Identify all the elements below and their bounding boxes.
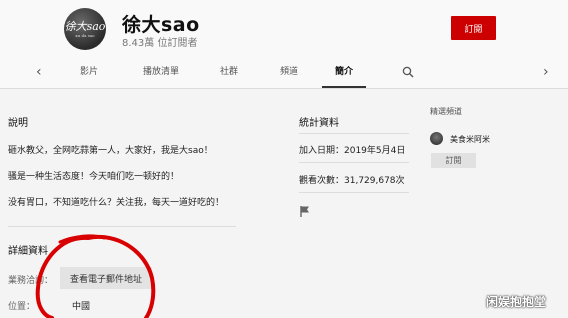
location-value: 中國 <box>72 302 91 312</box>
stats-divider <box>299 133 409 134</box>
channel-name: 徐大sao <box>122 14 200 36</box>
stats-divider <box>299 162 409 163</box>
featured-title: 精選頻道 <box>430 107 462 116</box>
tab-videos[interactable]: 影片 <box>76 58 102 88</box>
chevron-left-icon[interactable]: ‹ <box>36 58 42 88</box>
search-icon[interactable] <box>402 66 414 78</box>
description-line-2: 骚是一种生活态度！今天咱们吃一顿好的！ <box>8 172 180 182</box>
stats-title: 統計資料 <box>299 118 339 129</box>
description-line-1: 砸水教父，全网吃蒜第一人，大家好，我是大sao！ <box>8 146 213 156</box>
subscribe-button[interactable]: 訂閱 <box>451 16 496 40</box>
view-email-button[interactable]: 查看電子郵件地址 <box>60 267 152 289</box>
tab-channels[interactable]: 頻道 <box>276 58 302 88</box>
description-line-3: 没有胃口，不知道吃什么？关注我，每天一道好吃的！ <box>8 198 225 208</box>
flag-icon[interactable] <box>299 205 311 217</box>
subscriber-count: 8.43萬 位訂閱者 <box>122 38 198 49</box>
featured-channel-name[interactable]: 美食米阿米 <box>450 134 490 145</box>
chevron-right-icon[interactable]: › <box>543 58 549 88</box>
about-content: 說明 砸水教父，全网吃蒜第一人，大家好，我是大sao！ 骚是一种生活态度！今天咱… <box>0 89 568 318</box>
location-label: 位置： <box>8 302 36 312</box>
view-count: 觀看次數：31,729,678次 <box>299 176 405 186</box>
tab-playlists[interactable]: 播放清單 <box>138 58 184 88</box>
channel-avatar[interactable]: 徐大sao xu da sao <box>64 8 106 50</box>
section-divider <box>8 226 236 227</box>
tab-about[interactable]: 簡介 <box>322 58 366 88</box>
avatar-logo-text: 徐大sao <box>64 19 106 33</box>
featured-channel-avatar[interactable] <box>430 132 443 145</box>
join-date: 加入日期：2019年5月4日 <box>299 146 406 156</box>
business-inquiry-label: 業務洽詢： <box>8 276 54 286</box>
tab-community[interactable]: 社群 <box>216 58 242 88</box>
stats-divider <box>299 192 409 193</box>
channel-header: 徐大sao xu da sao 徐大sao 8.43萬 位訂閱者 訂閱 <box>0 0 568 58</box>
avatar-logo-subtext: xu da sao <box>75 32 95 38</box>
details-title: 詳細資料 <box>8 246 48 257</box>
description-title: 說明 <box>8 118 28 129</box>
channel-tabs: ‹ 影片 播放清單 社群 頻道 簡介 › <box>0 58 568 89</box>
watermark: 闲娱抱抱堂 <box>486 295 547 309</box>
featured-subscribe-button[interactable]: 訂閱 <box>431 153 476 168</box>
